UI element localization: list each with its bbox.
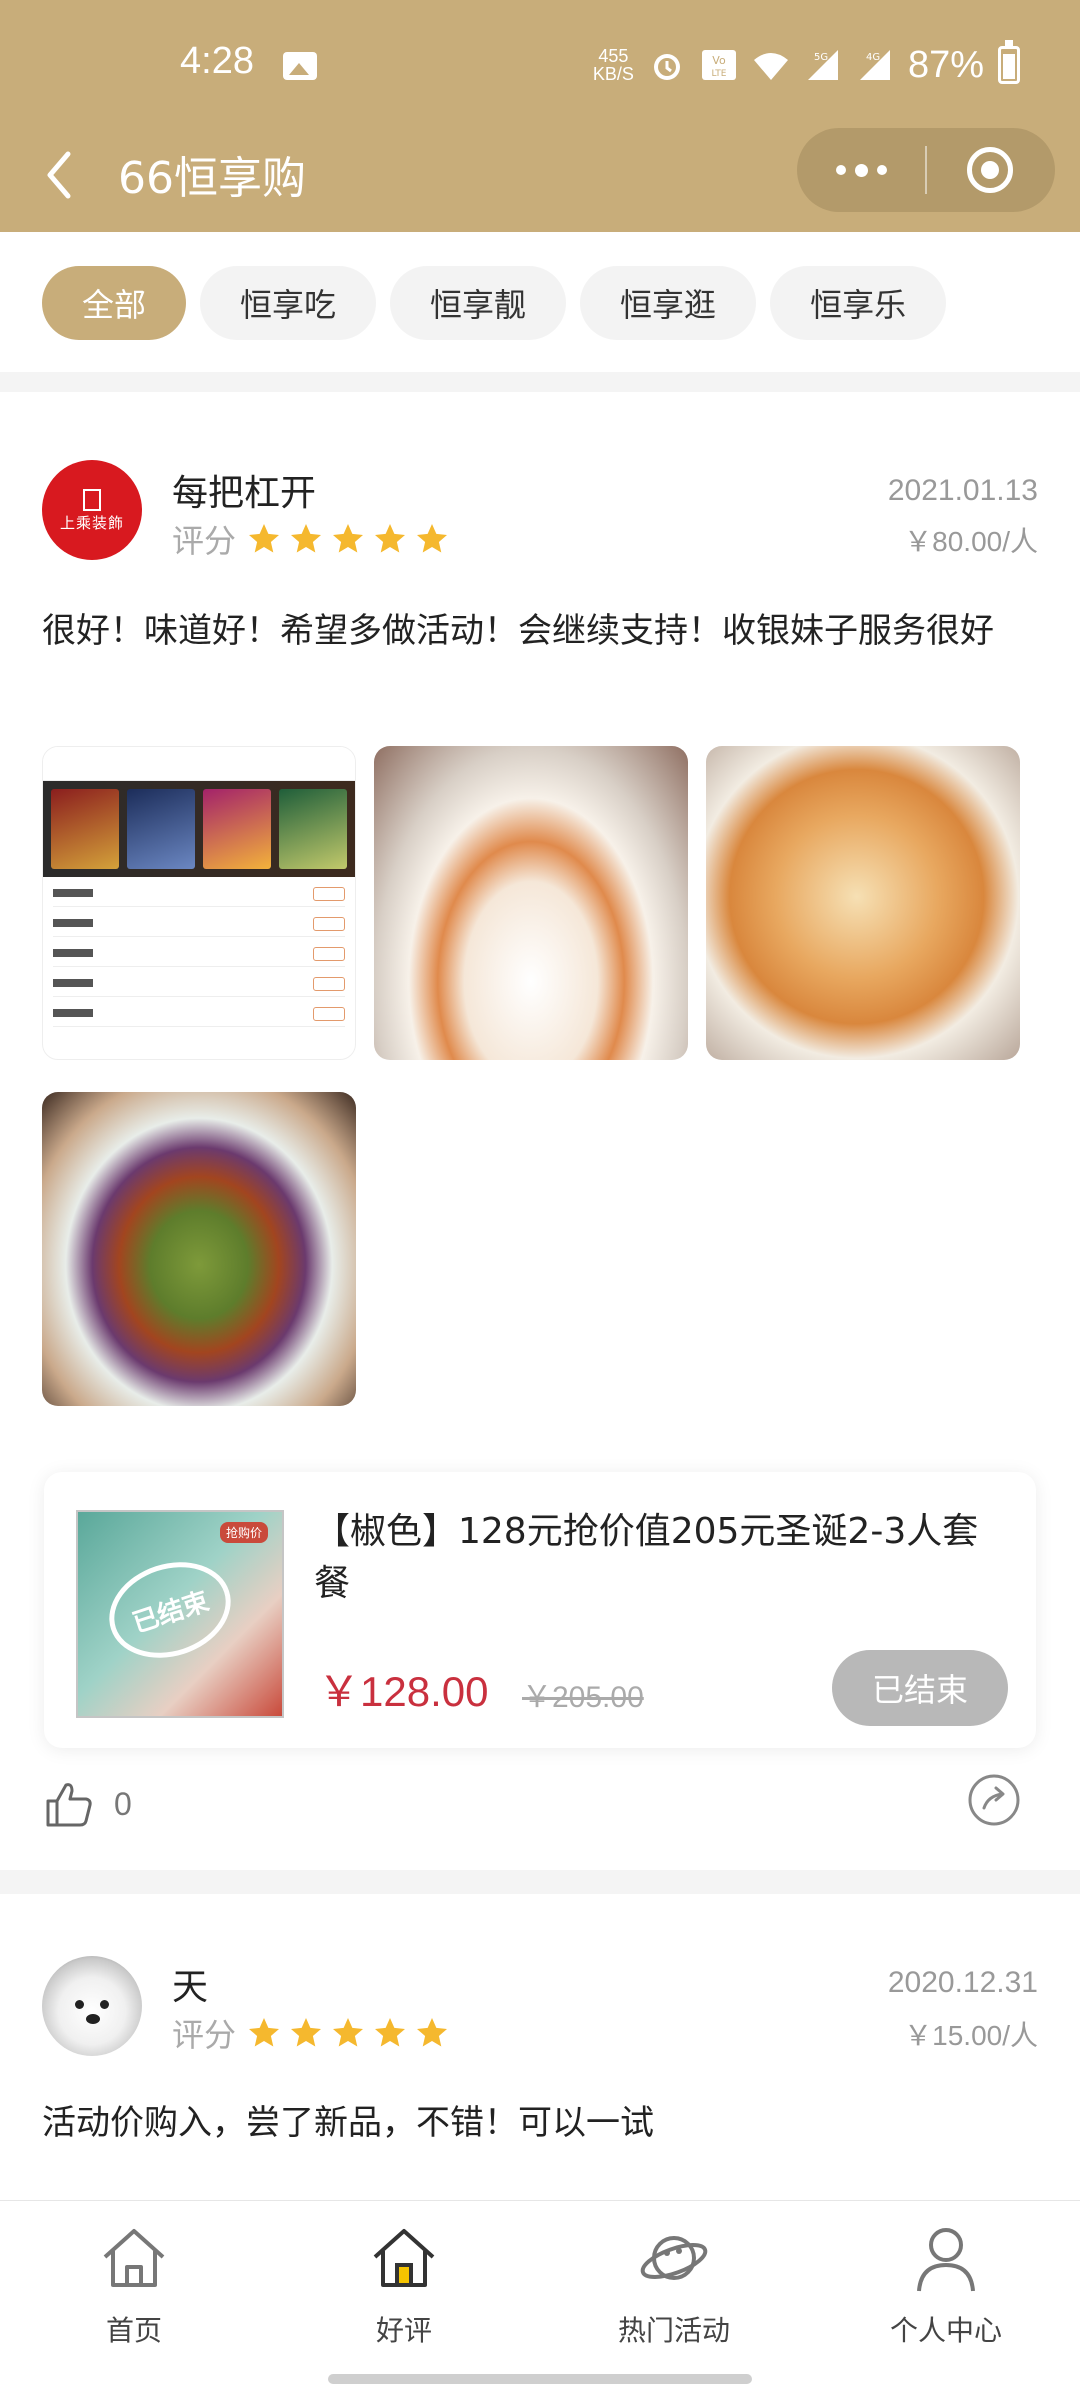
review-card: 上乘装飾 每把杠开 评分 2021.01.13 ￥80.00/人 很好！味道好！… [0, 392, 1080, 1870]
star-icon [417, 524, 448, 553]
tab-beauty[interactable]: 恒享靓 [390, 266, 567, 340]
tab-fun[interactable]: 恒享乐 [770, 266, 947, 340]
svg-text:5G: 5G [814, 52, 828, 63]
planet-icon [640, 2236, 708, 2280]
star-icon [291, 2018, 322, 2047]
user-icon [917, 2228, 975, 2292]
rating-row: 评分 [172, 2010, 450, 2056]
app-header: 4:28 455 KB/S Vo LTE 5G 4G 87% 66恒享购 [0, 0, 1080, 232]
star-icon [333, 524, 364, 553]
product-title: 【椒色】128元抢价值205元圣诞2-3人套餐 [314, 1511, 979, 1604]
product-original-price: ￥205.00 [522, 1681, 644, 1714]
signal-4g-icon: 4G [859, 50, 890, 80]
status-bar: 4:28 455 KB/S Vo LTE 5G 4G 87% [0, 0, 1080, 136]
miniprogram-capsule [797, 128, 1055, 212]
category-tabs-bar: 全部 恒享吃 恒享靓 恒享逛 恒享乐 [0, 232, 1080, 372]
close-miniprogram-icon[interactable] [967, 147, 1013, 193]
linked-product-card[interactable]: 抢购价 已结束 【椒色】128元抢价值205元圣诞2-3人套餐 ￥128.00 … [44, 1472, 1036, 1748]
thumbs-up-icon[interactable] [42, 1777, 96, 1831]
tab-shop[interactable]: 恒享逛 [580, 266, 757, 340]
capsule-divider [925, 146, 927, 194]
reviewer-name: 每把杠开 [172, 473, 317, 514]
rating-row: 评分 [172, 516, 450, 562]
review-date: 2021.01.13 [887, 474, 1038, 507]
signal-5g-icon: 5G [807, 50, 838, 80]
more-options-icon[interactable] [797, 128, 925, 212]
like-count: 0 [114, 1785, 132, 1822]
wifi-icon [753, 53, 788, 80]
rating-label: 评分 [172, 2016, 237, 2054]
category-tabs: 全部 恒享吃 恒享靓 恒享逛 恒享乐 [42, 266, 947, 340]
avatar-nose [86, 2014, 100, 2024]
star-icon [249, 524, 280, 553]
reviewer-name: 天 [172, 1967, 209, 2008]
svg-text:4G: 4G [866, 52, 880, 63]
page-title: 66恒享购 [118, 153, 306, 204]
ended-stamp: 已结束 [96, 1547, 244, 1673]
volte-icon: Vo LTE [701, 50, 736, 80]
network-speed-value: 455 [598, 46, 629, 66]
star-icon [375, 524, 406, 553]
review-photo[interactable] [706, 746, 1020, 1060]
avatar[interactable]: 上乘装飾 [42, 460, 142, 560]
product-image: 抢购价 已结束 [76, 1510, 284, 1718]
review-card: 天 评分 2020.12.31 ￥15.00/人 活动价购入，尝了新品，不错！可… [0, 1894, 1080, 2200]
review-date: 2020.12.31 [887, 1966, 1038, 1999]
nav-label: 首页 [105, 2314, 162, 2347]
avatar-eye [100, 2000, 109, 2009]
review-text: 活动价购入，尝了新品，不错！可以一试 [42, 2103, 654, 2143]
home-indicator[interactable] [328, 2374, 752, 2384]
status-time: 4:28 [180, 40, 254, 82]
avatar-eye [75, 2000, 84, 2009]
gallery-icon [283, 52, 317, 80]
back-arrow-icon[interactable] [36, 140, 92, 210]
star-icon [333, 2018, 364, 2047]
share-icon[interactable] [966, 1772, 1022, 1828]
nav-item-good-review[interactable]: 好评 [304, 2221, 504, 2349]
tab-eat[interactable]: 恒享吃 [200, 266, 377, 340]
logo-mark [83, 489, 101, 511]
review-text: 很好！味道好！希望多做活动！会继续支持！收银妹子服务很好 [42, 611, 994, 651]
star-icon [291, 524, 322, 553]
star-icon [375, 2018, 406, 2047]
product-price: ￥128.00 [318, 1668, 489, 1715]
status-indicators: 455 KB/S Vo LTE 5G 4G 87% [593, 40, 1020, 90]
nav-label: 个人中心 [889, 2314, 1002, 2347]
alarm-icon [653, 54, 680, 80]
home-icon [103, 2229, 165, 2287]
network-speed: 455 KB/S [593, 47, 634, 83]
network-speed-unit: KB/S [592, 64, 634, 84]
star-icon [249, 2018, 280, 2047]
review-photo[interactable] [42, 746, 356, 1060]
svg-text:Vo: Vo [712, 54, 726, 67]
bottom-nav: 首页 好评 热门活动 个人中心 [0, 2200, 1080, 2400]
svg-text:LTE: LTE [711, 69, 726, 79]
rating-label: 评分 [172, 522, 237, 560]
like-row: 0 [42, 1777, 132, 1831]
price-per-person: ￥15.00/人 [904, 2020, 1038, 2051]
star-icon [417, 2018, 448, 2047]
review-photo[interactable] [374, 746, 688, 1060]
nav-label: 好评 [375, 2314, 432, 2347]
product-badge: 抢购价 [219, 1522, 268, 1543]
tab-all[interactable]: 全部 [42, 266, 187, 340]
product-status-button[interactable]: 已结束 [832, 1650, 1008, 1726]
battery-percent: 87% [907, 43, 984, 86]
avatar[interactable] [42, 1956, 142, 2056]
good-review-icon [373, 2229, 435, 2287]
nav-item-hot-activity[interactable]: 热门活动 [574, 2221, 774, 2349]
avatar-logo-text: 上乘装飾 [59, 514, 124, 532]
battery-icon [998, 40, 1020, 84]
price-per-person: ￥80.00/人 [904, 526, 1038, 557]
title-bar: 66恒享购 [0, 120, 1080, 232]
nav-item-home[interactable]: 首页 [34, 2221, 234, 2349]
nav-label: 热门活动 [617, 2314, 730, 2347]
nav-item-profile[interactable]: 个人中心 [846, 2221, 1046, 2349]
review-photo[interactable] [42, 1092, 356, 1406]
